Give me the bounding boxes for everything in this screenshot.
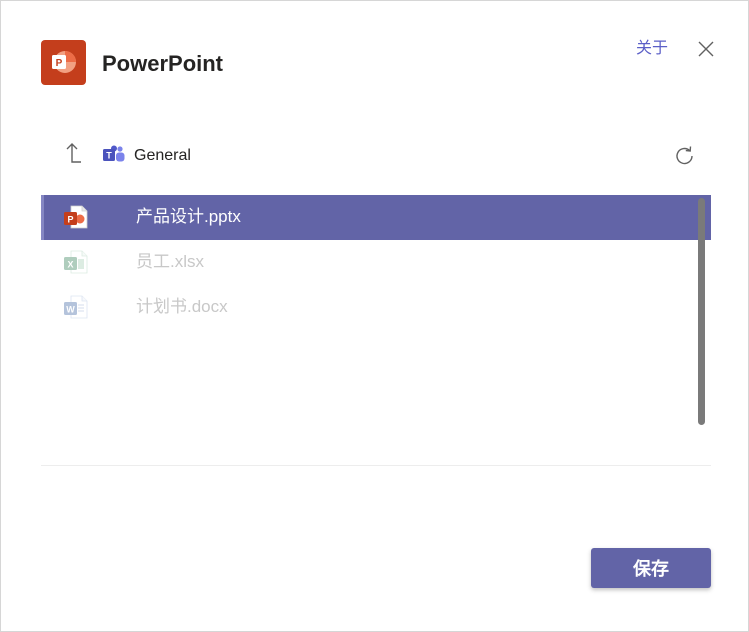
svg-text:P: P xyxy=(56,58,63,69)
navigation-bar: T General xyxy=(41,137,711,173)
refresh-icon xyxy=(676,146,693,165)
powerpoint-file-icon: P xyxy=(63,204,89,230)
teams-icon: T xyxy=(102,145,126,165)
divider xyxy=(41,465,711,466)
file-row-xlsx: X 员工.xlsx xyxy=(41,240,711,285)
save-button[interactable]: 保存 xyxy=(591,548,711,588)
svg-text:W: W xyxy=(66,304,75,314)
file-name: 计划书.docx xyxy=(136,297,228,316)
arrow-up-icon xyxy=(66,143,81,163)
file-name: 产品设计.pptx xyxy=(136,207,241,226)
breadcrumb[interactable]: General xyxy=(134,147,191,165)
close-button[interactable] xyxy=(697,40,715,58)
file-row-docx: W 计划书.docx xyxy=(41,285,711,330)
svg-text:X: X xyxy=(67,259,73,269)
close-icon xyxy=(698,41,714,57)
refresh-button[interactable] xyxy=(673,144,697,168)
about-link[interactable]: 关于 xyxy=(636,39,668,59)
up-folder-button[interactable] xyxy=(63,142,83,166)
svg-text:T: T xyxy=(106,151,112,161)
app-title: PowerPoint xyxy=(102,51,224,76)
file-list-scrollbar[interactable] xyxy=(698,198,705,425)
file-row-pptx[interactable]: P 产品设计.pptx xyxy=(41,195,711,240)
word-file-icon: W xyxy=(63,294,89,320)
file-name: 员工.xlsx xyxy=(136,252,204,271)
file-list: P 产品设计.pptx X 员工.xlsx W 计划书.docx xyxy=(41,195,711,428)
svg-text:P: P xyxy=(67,214,73,224)
powerpoint-icon: P xyxy=(41,40,86,85)
save-file-dialog: P PowerPoint 关于 T General P 产品设计.pptx X … xyxy=(0,0,749,632)
excel-file-icon: X xyxy=(63,249,89,275)
